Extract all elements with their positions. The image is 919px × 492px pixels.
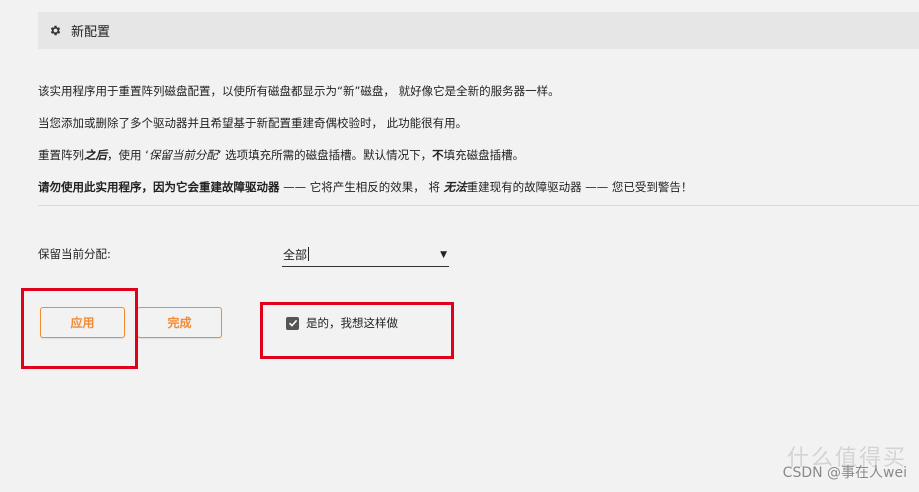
warning-line: 请勿使用此实用程序，因为它会重建故障驱动器 —— 它将产生相反的效果， 将 无法… (38, 180, 693, 194)
page: 新配置 该实用程序用于重置阵列磁盘配置，以使所有磁盘都显示为“新”磁盘， 就好像… (0, 0, 919, 492)
watermark: 什么值得买 CSDN @事在人wei (782, 446, 907, 482)
preserve-assignments-value: 全部 (283, 247, 310, 262)
page-title: 新配置 (71, 25, 111, 40)
watermark-author: CSDN @事在人wei (782, 465, 907, 481)
description-line-2: 当您添加或删除了多个驱动器并且希望基于新配置重建奇偶校验时， 此功能很有用。 (38, 116, 468, 130)
gear-icon (49, 24, 62, 37)
annotation-highlight-apply (21, 288, 138, 369)
annotation-highlight-confirm (260, 302, 454, 359)
description-line-3: 重置阵列之后，使用 ‘保留当前分配’ 选项填充所需的磁盘插槽。默认情况下，不填充… (38, 148, 525, 162)
description-line-1: 该实用程序用于重置阵列磁盘配置，以使所有磁盘都显示为“新”磁盘， 就好像它是全新… (38, 84, 560, 98)
preserve-assignments-label: 保留当前分配: (38, 247, 111, 261)
preserve-assignments-select[interactable]: 全部 ▼ (282, 243, 449, 267)
caret-down-icon: ▼ (440, 249, 447, 260)
divider (38, 205, 919, 206)
done-button[interactable]: 完成 (137, 307, 222, 338)
section-header: 新配置 (38, 12, 919, 49)
